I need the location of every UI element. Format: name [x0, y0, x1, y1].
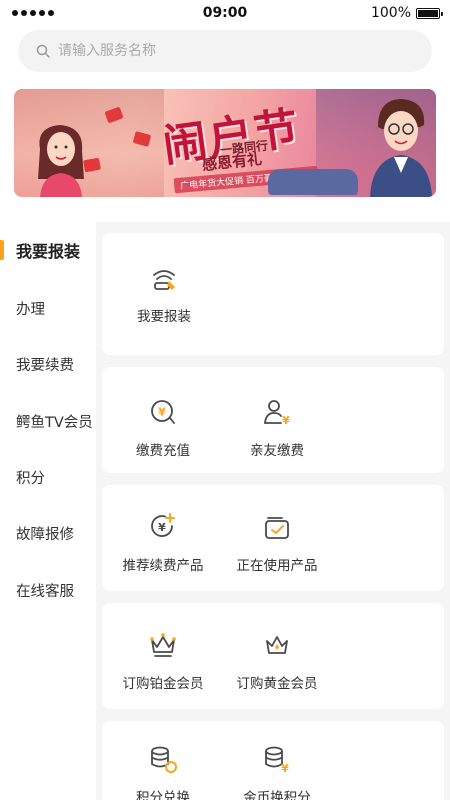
gold-crown-icon: [266, 636, 288, 654]
service-card-membership: 订购铂金会员 订购黄金会员: [102, 603, 444, 709]
battery-indicator: 100%: [370, 5, 443, 21]
man-illustration: [370, 99, 432, 197]
svg-text:¥: ¥: [282, 414, 290, 427]
sidebar-item-repair[interactable]: 故障报修: [0, 505, 96, 561]
tile-gold-to-points[interactable]: ¥ 金币换积分: [217, 744, 337, 800]
tile-products-in-use[interactable]: 正在使用产品: [217, 512, 337, 574]
sidebar-item-points[interactable]: 积分: [0, 449, 96, 505]
tile-label: 推荐续费产品: [122, 558, 204, 574]
service-card-renew: ¥ 推荐续费产品 正在使用产品: [102, 485, 444, 591]
tile-recommended-renew[interactable]: ¥ 推荐续费产品: [103, 512, 223, 574]
sidebar-item-label: 我要续费: [16, 357, 74, 374]
coin-exchange-icon: [151, 746, 177, 773]
family-payment-icon: ¥: [264, 400, 290, 427]
sidebar-item-label: 故障报修: [16, 526, 74, 543]
sidebar-item-label: 办理: [16, 301, 45, 318]
tile-label: 积分兑换: [136, 790, 190, 800]
search-icon: [36, 44, 50, 58]
tile-label: 订购黄金会员: [236, 676, 318, 692]
broadband-install-icon: [153, 270, 175, 290]
signal-strength-icon: [12, 10, 54, 16]
tile-label: 我要报装: [137, 309, 191, 325]
service-card-points: 积分兑换 ¥ 金币换积分: [102, 721, 444, 800]
battery-icon: [416, 7, 443, 19]
sidebar-item-label: 积分: [16, 470, 45, 487]
tile-points-exchange[interactable]: 积分兑换: [103, 744, 223, 800]
category-sidebar: 我要报装 办理 我要续费 鳄鱼TV会员 积分 故障报修 在线客服: [0, 222, 96, 800]
renew-product-icon: ¥: [151, 513, 175, 537]
tile-label: 缴费充值: [136, 443, 190, 459]
tile-recharge[interactable]: ¥ 缴费充值: [103, 397, 223, 459]
status-bar: 09:00 100%: [0, 0, 450, 26]
tile-label: 正在使用产品: [236, 558, 318, 574]
sidebar-item-label: 我要报装: [16, 242, 81, 261]
sidebar-item-support[interactable]: 在线客服: [0, 562, 96, 618]
promo-banner[interactable]: 闹户节 一路同行 感恩有礼 广电年货大促销 百万豪礼抽不停!: [14, 89, 436, 197]
battery-percent: 100%: [370, 5, 411, 21]
tile-label: 订购铂金会员: [122, 676, 204, 692]
sidebar-item-label: 在线客服: [16, 583, 74, 600]
wallet-check-icon: [265, 517, 289, 539]
tile-family-payment[interactable]: ¥ 亲友缴费: [217, 397, 337, 459]
tile-label: 亲友缴费: [250, 443, 304, 459]
svg-text:¥: ¥: [158, 521, 166, 534]
gold-coin-icon: ¥: [265, 746, 289, 774]
yuan-payment-icon: ¥: [151, 400, 175, 424]
svg-text:¥: ¥: [281, 762, 289, 774]
sidebar-item-renew[interactable]: 我要续费: [0, 336, 96, 392]
svg-text:¥: ¥: [158, 406, 166, 419]
service-card-install: 我要报装: [102, 233, 444, 355]
sidebar-item-tv-member[interactable]: 鳄鱼TV会员: [0, 393, 96, 449]
woman-illustration: [38, 125, 84, 197]
tile-install[interactable]: 我要报装: [104, 263, 224, 325]
service-content: 我要报装 ¥ 缴费充值 ¥ 亲友缴费 ¥ 推荐续费产品 正在使用产品 订购铂金会…: [96, 222, 450, 800]
tile-platinum-member[interactable]: 订购铂金会员: [103, 630, 223, 692]
search-bar[interactable]: [18, 30, 432, 72]
sidebar-item-install[interactable]: 我要报装: [0, 222, 96, 278]
sidebar-item-label: 鳄鱼TV会员: [16, 414, 93, 431]
battery-fill: [418, 9, 438, 17]
tile-label: 金币换积分: [243, 790, 311, 800]
search-input[interactable]: [58, 43, 398, 59]
tile-gold-member[interactable]: 订购黄金会员: [217, 630, 337, 692]
platinum-crown-icon: [150, 633, 176, 657]
service-card-payment: ¥ 缴费充值 ¥ 亲友缴费: [102, 367, 444, 473]
car-illustration: [268, 169, 358, 195]
sidebar-item-handle[interactable]: 办理: [0, 280, 96, 336]
